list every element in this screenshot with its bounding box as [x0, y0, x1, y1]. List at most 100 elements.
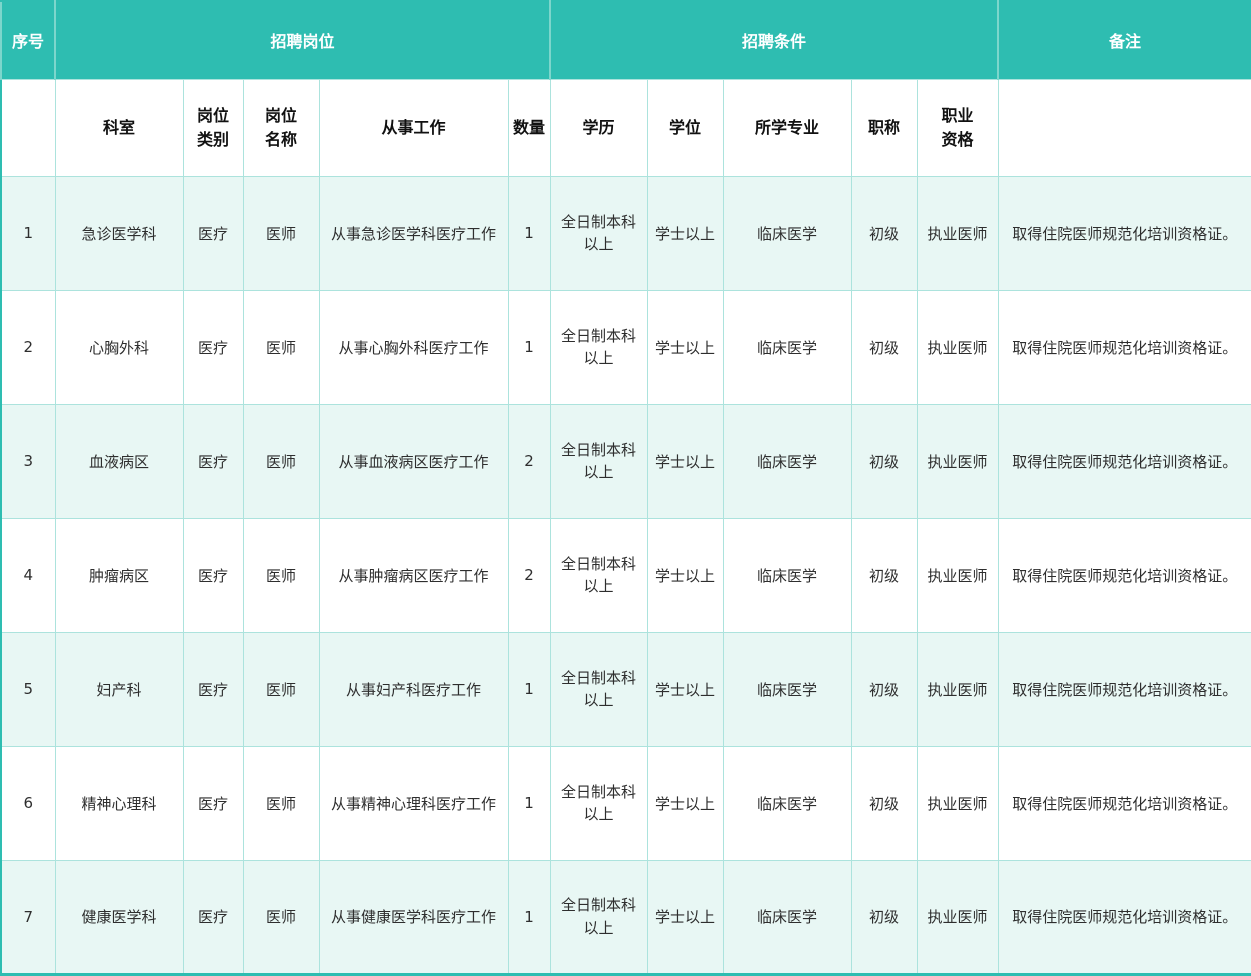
cell-rank: 初级: [851, 746, 917, 860]
cell-education: 全日制本科 以上: [550, 290, 647, 404]
cell-count: 1: [508, 632, 550, 746]
cell-position-name: 医师: [243, 860, 319, 974]
table-row: 3 血液病区 医疗 医师 从事血液病区医疗工作 2 全日制本科 以上 学士以上 …: [1, 404, 1251, 518]
cell-count: 2: [508, 518, 550, 632]
cell-remark: 取得住院医师规范化培训资格证。: [998, 518, 1251, 632]
cell-rank: 初级: [851, 176, 917, 290]
cell-department: 健康医学科: [55, 860, 183, 974]
table-row: 6 精神心理科 医疗 医师 从事精神心理科医疗工作 1 全日制本科 以上 学士以…: [1, 746, 1251, 860]
cell-department: 肿瘤病区: [55, 518, 183, 632]
cell-education: 全日制本科 以上: [550, 746, 647, 860]
cell-index: 1: [1, 176, 55, 290]
cell-position-name: 医师: [243, 404, 319, 518]
cell-rank: 初级: [851, 518, 917, 632]
cell-major: 临床医学: [723, 518, 851, 632]
group-header-conditions: 招聘条件: [550, 1, 998, 79]
cell-qualification: 执业医师: [917, 746, 998, 860]
cell-education: 全日制本科 以上: [550, 518, 647, 632]
cell-work: 从事心胸外科医疗工作: [319, 290, 508, 404]
col-header-major: 所学专业: [723, 79, 851, 176]
col-header-category: 岗位 类别: [183, 79, 243, 176]
table-row: 1 急诊医学科 医疗 医师 从事急诊医学科医疗工作 1 全日制本科 以上 学士以…: [1, 176, 1251, 290]
cell-major: 临床医学: [723, 404, 851, 518]
cell-category: 医疗: [183, 176, 243, 290]
cell-education: 全日制本科 以上: [550, 404, 647, 518]
col-header-department: 科室: [55, 79, 183, 176]
col-header-position-name: 岗位 名称: [243, 79, 319, 176]
cell-count: 1: [508, 746, 550, 860]
cell-index: 5: [1, 632, 55, 746]
cell-major: 临床医学: [723, 632, 851, 746]
cell-position-name: 医师: [243, 518, 319, 632]
cell-work: 从事妇产科医疗工作: [319, 632, 508, 746]
cell-remark: 取得住院医师规范化培训资格证。: [998, 404, 1251, 518]
col-header-rank: 职称: [851, 79, 917, 176]
column-header-row: 科室 岗位 类别 岗位 名称 从事工作 数量 学历 学位 所学专业 职称 职业 …: [1, 79, 1251, 176]
cell-work: 从事精神心理科医疗工作: [319, 746, 508, 860]
cell-remark: 取得住院医师规范化培训资格证。: [998, 290, 1251, 404]
cell-work: 从事急诊医学科医疗工作: [319, 176, 508, 290]
cell-position-name: 医师: [243, 632, 319, 746]
cell-qualification: 执业医师: [917, 860, 998, 974]
col-header-education: 学历: [550, 79, 647, 176]
cell-rank: 初级: [851, 290, 917, 404]
cell-category: 医疗: [183, 746, 243, 860]
recruitment-table: 序号 招聘岗位 招聘条件 备注 科室 岗位 类别 岗位 名称 从事工作 数量 学…: [0, 0, 1251, 976]
cell-category: 医疗: [183, 290, 243, 404]
cell-major: 临床医学: [723, 176, 851, 290]
cell-remark: 取得住院医师规范化培训资格证。: [998, 746, 1251, 860]
cell-position-name: 医师: [243, 176, 319, 290]
cell-degree: 学士以上: [647, 518, 723, 632]
cell-remark: 取得住院医师规范化培训资格证。: [998, 860, 1251, 974]
cell-count: 1: [508, 176, 550, 290]
cell-category: 医疗: [183, 860, 243, 974]
col-header-work: 从事工作: [319, 79, 508, 176]
cell-position-name: 医师: [243, 290, 319, 404]
cell-qualification: 执业医师: [917, 632, 998, 746]
cell-degree: 学士以上: [647, 860, 723, 974]
col-header-spacer-left: [1, 79, 55, 176]
cell-qualification: 执业医师: [917, 404, 998, 518]
cell-rank: 初级: [851, 632, 917, 746]
cell-work: 从事肿瘤病区医疗工作: [319, 518, 508, 632]
cell-degree: 学士以上: [647, 746, 723, 860]
col-header-degree: 学位: [647, 79, 723, 176]
cell-department: 血液病区: [55, 404, 183, 518]
group-header-row: 序号 招聘岗位 招聘条件 备注: [1, 1, 1251, 79]
cell-category: 医疗: [183, 518, 243, 632]
table-row: 2 心胸外科 医疗 医师 从事心胸外科医疗工作 1 全日制本科 以上 学士以上 …: [1, 290, 1251, 404]
recruitment-table-page: 序号 招聘岗位 招聘条件 备注 科室 岗位 类别 岗位 名称 从事工作 数量 学…: [0, 0, 1251, 976]
table-row: 4 肿瘤病区 医疗 医师 从事肿瘤病区医疗工作 2 全日制本科 以上 学士以上 …: [1, 518, 1251, 632]
cell-category: 医疗: [183, 404, 243, 518]
col-header-qualification: 职业 资格: [917, 79, 998, 176]
cell-count: 1: [508, 860, 550, 974]
cell-education: 全日制本科 以上: [550, 176, 647, 290]
cell-qualification: 执业医师: [917, 518, 998, 632]
cell-index: 7: [1, 860, 55, 974]
cell-major: 临床医学: [723, 290, 851, 404]
group-header-positions: 招聘岗位: [55, 1, 550, 79]
table-row: 7 健康医学科 医疗 医师 从事健康医学科医疗工作 1 全日制本科 以上 学士以…: [1, 860, 1251, 974]
cell-remark: 取得住院医师规范化培训资格证。: [998, 176, 1251, 290]
cell-rank: 初级: [851, 860, 917, 974]
cell-degree: 学士以上: [647, 404, 723, 518]
cell-position-name: 医师: [243, 746, 319, 860]
cell-education: 全日制本科 以上: [550, 860, 647, 974]
cell-index: 6: [1, 746, 55, 860]
cell-major: 临床医学: [723, 746, 851, 860]
cell-remark: 取得住院医师规范化培训资格证。: [998, 632, 1251, 746]
cell-degree: 学士以上: [647, 290, 723, 404]
cell-major: 临床医学: [723, 860, 851, 974]
cell-education: 全日制本科 以上: [550, 632, 647, 746]
cell-index: 4: [1, 518, 55, 632]
cell-category: 医疗: [183, 632, 243, 746]
top-header-remark: 备注: [998, 1, 1251, 79]
cell-index: 2: [1, 290, 55, 404]
cell-degree: 学士以上: [647, 176, 723, 290]
col-header-spacer-right: [998, 79, 1251, 176]
top-header-index: 序号: [1, 1, 55, 79]
cell-qualification: 执业医师: [917, 176, 998, 290]
cell-work: 从事血液病区医疗工作: [319, 404, 508, 518]
cell-index: 3: [1, 404, 55, 518]
cell-department: 心胸外科: [55, 290, 183, 404]
